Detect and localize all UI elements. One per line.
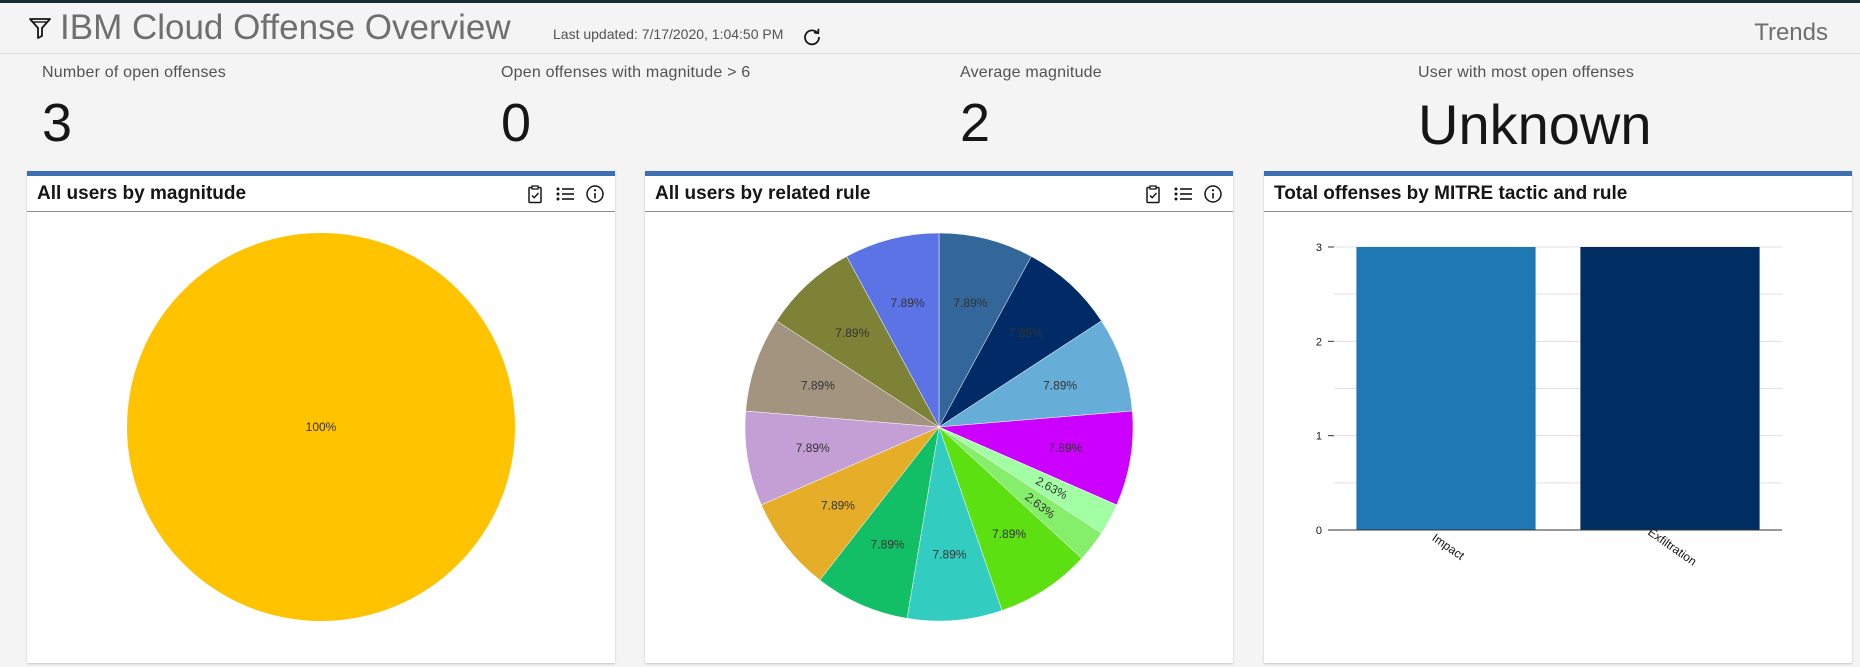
pie-slice-label: 7.89% [992, 527, 1026, 541]
y-tick-label: 3 [1316, 242, 1322, 254]
pie-slice-label: 7.89% [821, 499, 855, 513]
card-header: All users by related rule [645, 176, 1233, 212]
card-toolbar [525, 184, 605, 204]
clipboard-check-icon[interactable] [1143, 184, 1163, 204]
card-header: Total offenses by MITRE tactic and rule [1264, 176, 1852, 212]
trends-link[interactable]: Trends [1754, 19, 1828, 47]
card-mitre-tactics: Total offenses by MITRE tactic and rule … [1264, 171, 1852, 663]
kpi-average-magnitude: Average magnitude 2 [960, 64, 1102, 154]
related-rule-pie-chart: 7.89%7.89%7.89%7.89%2.63%2.63%7.89%7.89%… [744, 232, 1134, 622]
pie-slice-label: 7.89% [953, 296, 987, 310]
card-users-by-magnitude: All users by magnitude 100% [27, 171, 615, 663]
pie-slice-label: 7.89% [1048, 441, 1082, 455]
pie-slice-label: 7.89% [801, 378, 835, 392]
pie-slice-label: 7.89% [835, 326, 869, 340]
last-updated-text: Last updated: 7/17/2020, 1:04:50 PM [553, 26, 784, 42]
kpi-value: Unknown [1418, 93, 1652, 156]
mitre-bar-chart: 0 1 2 3 Impact Exfiltration [1316, 242, 1782, 569]
x-tick-label: Impact [1430, 531, 1468, 564]
pie-slice-label: 7.89% [871, 537, 905, 551]
card-title: All users by magnitude [37, 183, 247, 204]
y-tick-label: 0 [1316, 525, 1322, 537]
page-header: IBM Cloud Offense Overview Last updated:… [0, 3, 1860, 54]
magnitude-pie-chart: 100% [127, 233, 515, 621]
list-icon[interactable] [555, 184, 575, 204]
kpi-label: Average magnitude [960, 64, 1102, 81]
kpi-label: User with most open offenses [1418, 64, 1635, 81]
card-users-by-rule: All users by related rule 7.89% 7.89% 7.89… [645, 171, 1233, 663]
y-tick-label: 2 [1316, 336, 1322, 348]
pie-slice-label: 7.89% [891, 296, 925, 310]
kpi-label: Open offenses with magnitude > 6 [501, 64, 751, 81]
kpi-value: 0 [501, 93, 532, 153]
pie-slice-label: 7.89% [1043, 378, 1077, 392]
card-title: Total offenses by MITRE tactic and rule [1274, 183, 1628, 204]
page-title: IBM Cloud Offense Overview [60, 8, 511, 47]
card-header: All users by magnitude [27, 176, 615, 212]
kpi-label: Number of open offenses [42, 64, 226, 81]
pie-slice-label: 7.89% [933, 548, 967, 562]
card-title: All users by related rule [655, 183, 871, 204]
kpi-high-magnitude: Open offenses with magnitude > 6 0 [501, 64, 750, 154]
pie-slice-label: 7.89% [796, 441, 830, 455]
x-tick-label: Exfiltration [1645, 525, 1699, 569]
pie-slice-label: 100% [306, 420, 337, 434]
card-toolbar [1143, 184, 1223, 204]
kpi-value: 2 [960, 93, 991, 153]
clipboard-check-icon[interactable] [525, 184, 545, 204]
list-icon[interactable] [1173, 184, 1193, 204]
info-icon[interactable] [1203, 184, 1223, 204]
bar[interactable] [1580, 247, 1760, 530]
info-icon[interactable] [585, 184, 605, 204]
bar[interactable] [1356, 247, 1536, 530]
pie-slice-label: 7.89% [1009, 326, 1043, 340]
kpi-row: Number of open offenses 3 Open offenses … [0, 54, 1860, 172]
refresh-icon[interactable] [802, 26, 822, 46]
filter-icon[interactable] [28, 16, 52, 40]
y-tick-label: 1 [1316, 431, 1322, 443]
kpi-top-user: User with most open offenses Unknown [1418, 64, 1651, 157]
kpi-value: 3 [42, 93, 73, 153]
kpi-open-offenses: Number of open offenses 3 [42, 64, 226, 154]
